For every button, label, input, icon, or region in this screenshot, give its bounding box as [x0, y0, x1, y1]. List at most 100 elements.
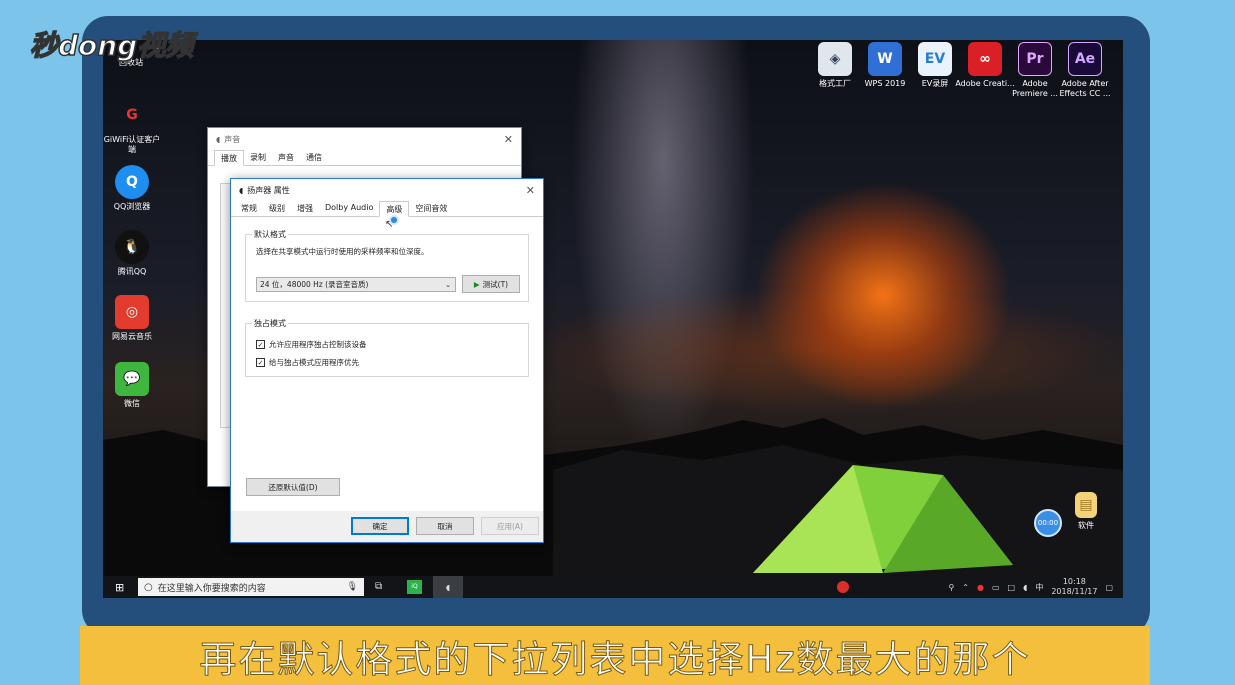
volume-icon[interactable]: ◖	[1023, 583, 1027, 592]
network-icon[interactable]: □	[1008, 583, 1016, 592]
default-format-label: 默认格式	[252, 229, 288, 240]
speaker-icon: ◖	[216, 134, 221, 144]
apply-button-label: 应用(A)	[497, 521, 523, 531]
after-effects-icon: Ae	[1068, 42, 1102, 76]
task-view-icon[interactable]: ⧉	[375, 581, 382, 592]
desktop-icon-label: Adobe After Effects CC ...	[1059, 79, 1111, 98]
qq-browser-icon: Q	[115, 165, 149, 199]
system-tray: ⚲ ⌃ ● ▭ □ ◖ 中 10:18 2018/11/17 ▢	[948, 576, 1113, 598]
qq-penguin-icon: 🐧	[115, 230, 149, 264]
tab-general[interactable]: 常规	[235, 201, 263, 217]
desktop-icon-wechat[interactable]: 💬 微信	[103, 362, 163, 409]
cancel-button-label: 取消	[437, 521, 453, 531]
allow-exclusive-checkbox-row[interactable]: ✓ 允许应用程序独占控制该设备	[256, 339, 367, 350]
exclusive-mode-group: 独占模式 ✓ 允许应用程序独占控制该设备 ✓ 给与独占模式应用程序优先	[245, 318, 529, 377]
speaker-app-taskbar-icon[interactable]: ◖	[433, 576, 463, 598]
adobe-creative-cloud-icon: ∞	[968, 42, 1002, 76]
tab-recording[interactable]: 录制	[244, 150, 272, 166]
wechat-icon: 💬	[115, 362, 149, 396]
exclusive-priority-checkbox-row[interactable]: ✓ 给与独占模式应用程序优先	[256, 357, 359, 368]
format-factory-icon: ◈	[818, 42, 852, 76]
ev-recorder-icon: EV	[918, 42, 952, 76]
taskbar: ⊞ ○ 在这里输入你要搜索的内容 🎙 ⧉ iQ ◖ ⚲ ⌃ ● ▭ □ ◖ 中 …	[103, 576, 1123, 598]
search-placeholder: 在这里输入你要搜索的内容	[157, 583, 266, 594]
folder-icon: ▤	[1075, 492, 1097, 518]
windows-start-icon[interactable]: ⊞	[115, 581, 124, 594]
cancel-button[interactable]: 取消	[416, 517, 474, 535]
watermark-logo: 秒dong视频	[29, 28, 194, 63]
properties-titlebar[interactable]: ◖ 扬声器 属性 ✕	[231, 179, 543, 201]
test-button-label: 测试(T)	[482, 279, 509, 289]
allow-exclusive-checkbox[interactable]: ✓	[256, 340, 265, 349]
tab-spatial-sound[interactable]: 空间音效	[409, 201, 453, 217]
clock[interactable]: 10:18 2018/11/17	[1051, 577, 1097, 597]
tab-enhancements[interactable]: 增强	[291, 201, 319, 217]
properties-tabs: 常规 级别 增强 Dolby Audio 高级 空间音效	[231, 201, 543, 217]
speaker-icon: ◖	[239, 185, 244, 195]
desktop-icon-label: 腾讯QQ	[117, 267, 147, 276]
ok-button[interactable]: 确定	[351, 517, 409, 535]
tray-app-icon[interactable]: ●	[977, 583, 984, 592]
subtitle-bar: 再在默认格式的下拉列表中选择Hz数最大的那个	[80, 626, 1150, 685]
iqiyi-taskbar-icon[interactable]: iQ	[407, 580, 422, 594]
allow-exclusive-label: 允许应用程序独占控制该设备	[269, 340, 367, 349]
giwifi-icon: G	[126, 107, 138, 123]
close-icon[interactable]: ✕	[504, 133, 513, 146]
desktop-icon-label: GiWiFi认证客户端	[103, 135, 161, 154]
sound-window-title: 声音	[224, 134, 241, 144]
desktop-icon-software-folder[interactable]: ▤ 软件	[1055, 492, 1117, 531]
desktop-icon-qq-browser[interactable]: Q QQ浏览器	[103, 165, 163, 212]
restore-defaults-label: 还原默认值(D)	[268, 482, 318, 492]
taskbar-search-input[interactable]: ○ 在这里输入你要搜索的内容 🎙	[138, 578, 364, 596]
play-icon: ▶	[473, 279, 480, 289]
timer-text: 00:00	[1037, 519, 1059, 527]
desktop-icon-after-effects[interactable]: Ae Adobe After Effects CC ...	[1054, 42, 1116, 99]
tab-levels[interactable]: 级别	[263, 201, 291, 217]
desktop-icon-label: 软件	[1078, 521, 1094, 530]
desktop-icon-label: QQ浏览器	[113, 202, 151, 211]
sample-rate-dropdown[interactable]: 24 位，48000 Hz (录音室音质) ⌄	[256, 277, 456, 292]
notification-icon[interactable]: ▢	[1105, 583, 1113, 592]
ime-indicator[interactable]: 中	[1035, 582, 1043, 593]
tab-communications[interactable]: 通信	[300, 150, 328, 166]
tab-playback[interactable]: 播放	[214, 150, 244, 166]
ok-button-label: 确定	[372, 521, 388, 531]
desktop-icon-label: 网易云音乐	[112, 332, 152, 341]
properties-title: 扬声器 属性	[247, 185, 290, 195]
dropdown-selected-value: 24 位，48000 Hz (录音室音质)	[260, 280, 369, 289]
exclusive-mode-label: 独占模式	[252, 318, 288, 329]
close-icon[interactable]: ✕	[526, 184, 535, 197]
exclusive-priority-checkbox[interactable]: ✓	[256, 358, 265, 367]
netease-tray-icon[interactable]	[837, 581, 849, 593]
apply-button[interactable]: 应用(A)	[481, 517, 539, 535]
desktop-icon-tencent-qq[interactable]: 🐧 腾讯QQ	[103, 230, 163, 277]
tab-sounds[interactable]: 声音	[272, 150, 300, 166]
netease-music-icon: ◎	[115, 295, 149, 329]
people-icon[interactable]: ⚲	[948, 583, 954, 592]
test-button[interactable]: ▶ 测试(T)	[462, 275, 520, 293]
desktop-screen: 回收站 G GiWiFi认证客户端 Q QQ浏览器 🐧 腾讯QQ ◎ 网易云音乐…	[103, 40, 1123, 598]
microphone-icon[interactable]: 🎙	[347, 582, 358, 592]
speaker-properties-dialog: ◖ 扬声器 属性 ✕ 常规 级别 增强 Dolby Audio 高级 空间音效 …	[230, 178, 544, 543]
tab-dolby-audio[interactable]: Dolby Audio	[319, 201, 379, 217]
search-icon: ○	[144, 581, 153, 593]
premiere-icon: Pr	[1018, 42, 1052, 76]
chevron-down-icon: ⌄	[445, 280, 451, 289]
clock-date: 2018/11/17	[1051, 587, 1098, 596]
tent-illustration	[753, 465, 1013, 573]
wps-icon: W	[868, 42, 902, 76]
click-indicator	[389, 215, 399, 225]
default-format-group: 默认格式 选择在共享模式中运行时使用的采样频率和位深度。 24 位，48000 …	[245, 229, 529, 302]
subtitle-text: 再在默认格式的下拉列表中选择Hz数最大的那个	[199, 637, 1031, 681]
sound-window-tabs: 播放 录制 声音 通信	[208, 150, 521, 166]
default-format-description: 选择在共享模式中运行时使用的采样频率和位深度。	[256, 247, 429, 256]
desktop-icon-giwifi[interactable]: G GiWiFi认证客户端	[103, 98, 163, 155]
restore-defaults-button[interactable]: 还原默认值(D)	[246, 478, 340, 496]
desktop-icon-netease-music[interactable]: ◎ 网易云音乐	[103, 295, 163, 342]
sound-window-titlebar[interactable]: ◖ 声音 ✕	[208, 128, 521, 150]
exclusive-priority-label: 给与独占模式应用程序优先	[269, 358, 359, 367]
recording-timer-badge[interactable]: 00:00	[1034, 509, 1062, 537]
desktop-icon-label: 微信	[124, 399, 140, 408]
battery-icon[interactable]: ▭	[992, 583, 1000, 592]
chevron-up-icon[interactable]: ⌃	[962, 583, 969, 592]
